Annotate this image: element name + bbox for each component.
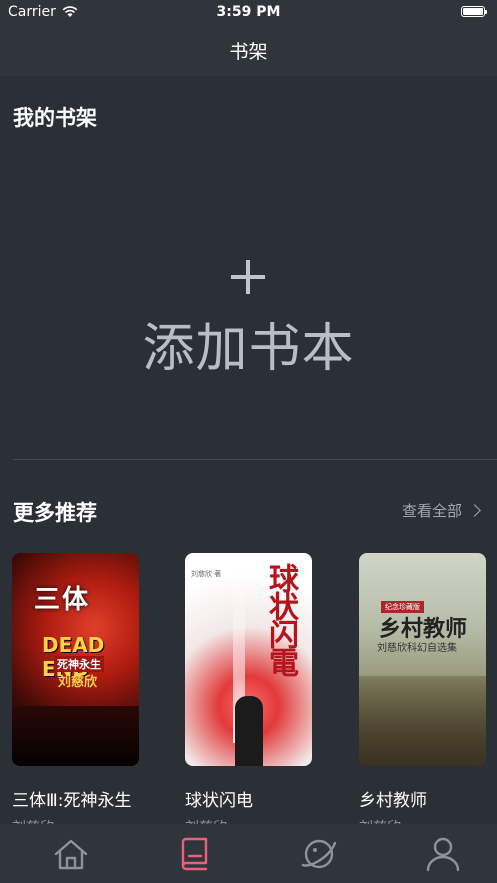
add-book-button[interactable]: 添加书本 [0, 240, 497, 380]
divider [13, 459, 497, 460]
planet-icon [301, 839, 337, 869]
tab-profile[interactable] [423, 834, 463, 874]
cover-subtitle: 刘慈欣科幻自选集 [377, 643, 457, 654]
book-card[interactable]: 纪念珍藏版 乡村教师 刘慈欣科幻自选集 乡村教师 刘慈欣 [359, 553, 487, 837]
plus-icon [231, 260, 265, 294]
status-time: 3:59 PM [216, 4, 281, 20]
book-card[interactable]: 刘慈欣 著 球状闪電 球状闪电 刘慈欣 [185, 553, 313, 837]
see-all-link[interactable]: 查看全部 [401, 500, 481, 521]
cover-author: 刘慈欣 [58, 675, 98, 690]
book-cover[interactable]: 纪念珍藏版 乡村教师 刘慈欣科幻自选集 [359, 553, 486, 766]
cover-figure [235, 696, 263, 766]
home-icon [54, 839, 88, 870]
user-icon [426, 837, 460, 872]
chevron-right-icon [468, 504, 481, 517]
status-bar: Carrier 3:59 PM [0, 0, 497, 24]
book-title: 球状闪电 [185, 791, 253, 811]
book-title: 三体Ⅲ:死神永生 [12, 791, 132, 811]
navigation-bar: 书架 [0, 24, 497, 76]
cover-illustration [12, 706, 139, 766]
battery-icon [461, 6, 487, 17]
tab-bar [0, 824, 497, 883]
book-cover[interactable]: 三体 DEAD END 死神永生 刘慈欣 [12, 553, 139, 766]
book-icon [181, 837, 208, 871]
book-card[interactable]: 三体 DEAD END 死神永生 刘慈欣 三体Ⅲ:死神永生 刘慈欣 [12, 553, 140, 837]
see-all-label: 查看全部 [401, 502, 462, 520]
add-book-label: 添加书本 [142, 319, 355, 379]
cover-author: 刘慈欣 著 [191, 570, 222, 578]
tab-discover[interactable] [299, 834, 339, 874]
page-title: 书架 [229, 40, 268, 63]
cover-subtitle: 死神永生 [54, 656, 104, 672]
book-cover[interactable]: 刘慈欣 著 球状闪電 [185, 553, 312, 766]
tab-bookshelf[interactable] [175, 834, 215, 874]
my-shelf-title: 我的书架 [13, 106, 97, 130]
cover-illustration [359, 676, 486, 766]
cover-logo-text: 三体 [34, 585, 91, 615]
book-title: 乡村教师 [359, 791, 427, 811]
cover-title-text: 球状闪電 [263, 563, 298, 675]
recommend-title: 更多推荐 [13, 501, 97, 525]
tab-home[interactable] [51, 834, 91, 874]
